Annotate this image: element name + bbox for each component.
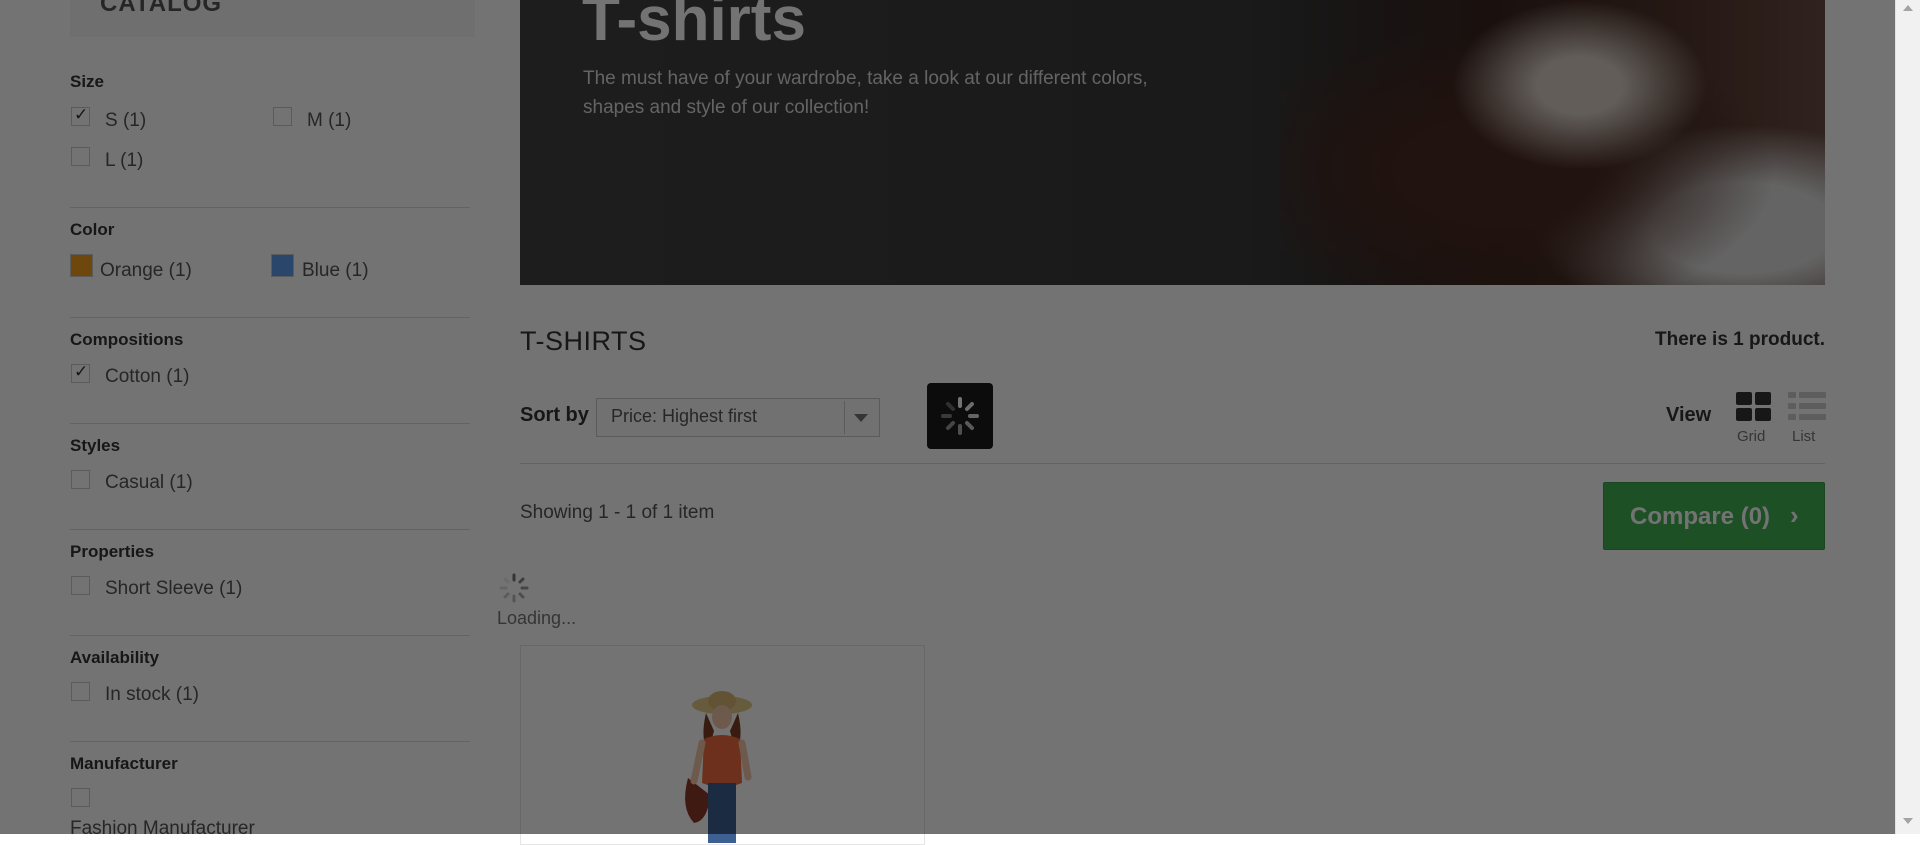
facet-title-styles: Styles (70, 436, 121, 455)
facet-title-manufacturer: Manufacturer (70, 754, 178, 773)
facet-title-compositions: Compositions (70, 330, 184, 349)
facet-title-color: Color (70, 220, 115, 239)
casual-label[interactable]: Casual (1) (105, 472, 193, 494)
facet-divider (70, 207, 470, 208)
fashion-manufacturer-label[interactable]: Fashion Manufacturer (70, 818, 255, 840)
color-blue-label[interactable]: Blue (1) (302, 260, 369, 282)
spinner-icon (941, 397, 979, 435)
color-orange-swatch[interactable] (70, 254, 93, 277)
cotton-label[interactable]: Cotton (1) (105, 366, 189, 388)
vertical-scrollbar[interactable] (1895, 0, 1920, 834)
view-label: View (1666, 404, 1712, 426)
facet-title-size: Size (70, 72, 105, 91)
in-stock-label[interactable]: In stock (1) (105, 684, 199, 706)
banner-description: The must have of your wardrobe, take a l… (583, 68, 1148, 118)
chevron-right-icon: › (1790, 500, 1799, 530)
size-s-checkbox[interactable] (71, 105, 90, 126)
grid-view-icon[interactable] (1736, 392, 1772, 422)
facet-title-availability: Availability (70, 648, 160, 667)
sort-label: Sort by (520, 404, 589, 426)
product-image[interactable] (660, 683, 770, 843)
in-stock-checkbox[interactable] (71, 682, 90, 701)
grid-view-label[interactable]: Grid (1737, 428, 1765, 445)
facet-divider (70, 317, 470, 318)
size-m-checkbox[interactable] (273, 107, 292, 126)
list-view-label[interactable]: List (1792, 428, 1815, 445)
size-s-label[interactable]: S (1) (105, 110, 146, 132)
ajax-spinner (927, 383, 993, 449)
scroll-down-arrow-icon[interactable] (1903, 818, 1913, 824)
color-orange-label[interactable]: Orange (1) (100, 260, 192, 282)
facet-divider (70, 529, 470, 530)
short-sleeve-label[interactable]: Short Sleeve (1) (105, 578, 242, 600)
list-view-icon[interactable] (1788, 392, 1826, 422)
facet-divider (70, 635, 470, 636)
chevron-down-icon (854, 414, 868, 422)
product-count: There is 1 product. (1655, 329, 1825, 350)
loading-spinner-icon (499, 573, 529, 603)
catalog-title: CATALOG (100, 0, 223, 17)
facet-divider (70, 741, 470, 742)
banner-title: T-shirts (582, 0, 806, 54)
toolbar-divider (520, 463, 1825, 464)
size-l-label[interactable]: L (1) (105, 150, 143, 172)
size-l-checkbox[interactable] (71, 147, 90, 166)
size-m-label[interactable]: M (1) (307, 110, 351, 132)
casual-checkbox[interactable] (71, 470, 90, 489)
category-name: T-SHIRTS (520, 326, 647, 356)
scroll-up-arrow-icon[interactable] (1903, 5, 1913, 11)
sort-selected-value[interactable]: Price: Highest first (611, 406, 757, 427)
compare-button-label[interactable]: Compare (0) (1630, 503, 1770, 531)
showing-count: Showing 1 - 1 of 1 item (520, 502, 715, 523)
short-sleeve-checkbox[interactable] (71, 576, 90, 595)
facet-title-properties: Properties (70, 542, 155, 561)
cotton-checkbox[interactable] (71, 362, 90, 383)
facet-divider (70, 423, 470, 424)
color-blue-swatch[interactable] (271, 254, 294, 277)
banner-model-image (1280, 0, 1825, 285)
loading-text: Loading... (497, 608, 577, 628)
fashion-manufacturer-checkbox[interactable] (71, 788, 90, 807)
